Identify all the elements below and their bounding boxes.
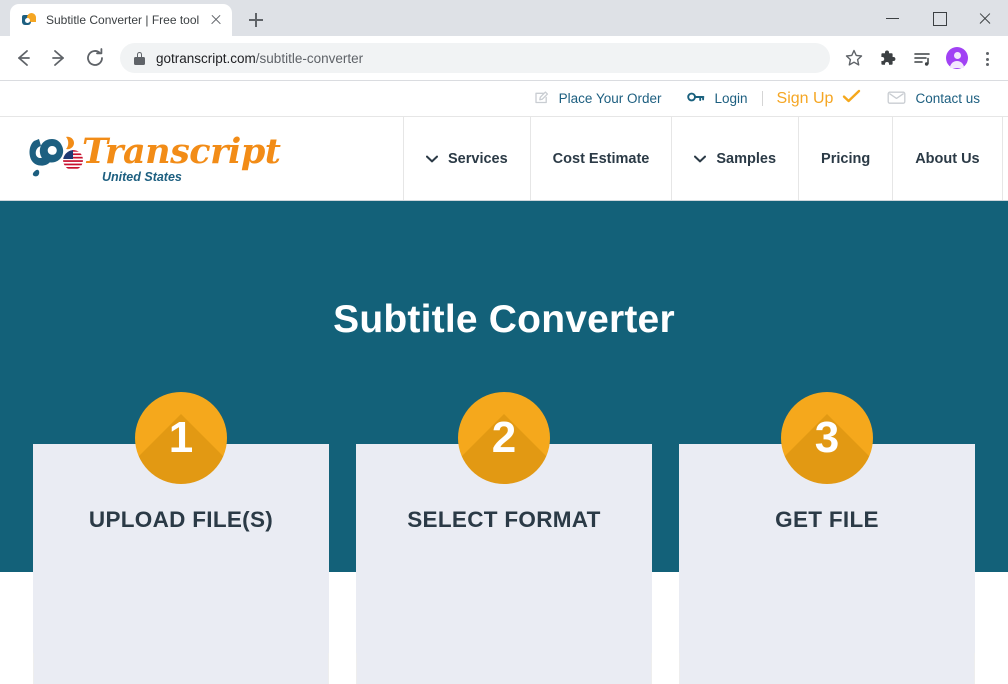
page-title: Subtitle Converter	[333, 298, 675, 341]
chrome-menu-icon[interactable]	[974, 44, 1000, 72]
chevron-down-icon	[694, 155, 707, 163]
browser-toolbar: gotranscript.com/subtitle-converter	[0, 36, 1008, 81]
contact-us-label: Contact us	[915, 91, 980, 106]
login-link[interactable]: Login	[687, 90, 748, 107]
login-label: Login	[714, 91, 748, 106]
address-bar[interactable]: gotranscript.com/subtitle-converter	[120, 43, 830, 73]
nav-item-about-us[interactable]: About Us	[892, 117, 1003, 200]
envelope-icon	[887, 90, 906, 108]
logo-subtitle: United States	[102, 169, 182, 184]
nav-item-pricing[interactable]: Pricing	[798, 117, 892, 200]
panel-convert: CONVERT	[679, 653, 975, 684]
step-badge: 1	[135, 392, 227, 484]
reload-icon[interactable]	[80, 43, 110, 73]
minimize-icon[interactable]	[870, 0, 916, 36]
steps-container: 1 UPLOAD FILE(S) 2 SELECT FORMAT 3 GET F…	[0, 392, 1008, 684]
reading-list-icon[interactable]	[908, 44, 936, 72]
place-your-order-label: Place Your Order	[558, 91, 662, 106]
step-card-select-format: 2 SELECT FORMAT	[356, 392, 652, 684]
site-header: Transcript United States Services Cost E…	[0, 117, 1008, 200]
page-content: Place Your Order Login Sign Up Contact u…	[0, 81, 1008, 684]
site-logo[interactable]: Transcript United States	[0, 117, 403, 200]
close-icon[interactable]	[208, 12, 224, 28]
step-card-upload: 1 UPLOAD FILE(S)	[33, 392, 329, 684]
url-text: gotranscript.com/subtitle-converter	[156, 51, 363, 66]
nav-label: Cost Estimate	[552, 150, 650, 167]
contact-us-link[interactable]: Contact us	[887, 90, 980, 108]
action-panels: UPLOAD SubRip (.srt) Spruce Subtitle Fil…	[0, 653, 1008, 684]
gotranscript-favicon	[21, 12, 37, 28]
step-title: GET FILE	[775, 507, 879, 532]
window-controls	[870, 0, 1008, 36]
panel-format-options: SubRip (.srt) Spruce Subtitle File (.stl…	[356, 653, 652, 684]
signup-link[interactable]: Sign Up	[777, 89, 862, 109]
signup-label: Sign Up	[776, 89, 834, 107]
nav-item-cost-estimate[interactable]: Cost Estimate	[529, 117, 672, 200]
url-domain: gotranscript.com	[156, 50, 256, 66]
nav-item-services[interactable]: Services	[403, 117, 530, 200]
step-card-get-file: 3 GET FILE	[679, 392, 975, 684]
tab-strip: Subtitle Converter | Free tool	[0, 0, 1008, 36]
place-your-order-link[interactable]: Place Your Order	[533, 89, 662, 109]
step-number: 1	[168, 413, 194, 462]
nav-label: Samples	[716, 150, 777, 167]
close-icon[interactable]	[962, 0, 1008, 36]
chevron-down-icon	[426, 155, 438, 163]
hero-section: Subtitle Converter 1 UPLOAD FILE(S) 2 SE…	[0, 200, 1008, 684]
nav-label: About Us	[915, 150, 980, 167]
maximize-icon[interactable]	[916, 0, 962, 36]
extensions-puzzle-icon[interactable]	[874, 44, 902, 72]
step-number: 2	[491, 413, 517, 462]
plus-icon[interactable]	[242, 6, 270, 34]
url-path: /subtitle-converter	[255, 50, 364, 66]
panel-upload: UPLOAD	[33, 653, 329, 684]
nav-item-samples[interactable]: Samples	[671, 117, 798, 200]
step-title: SELECT FORMAT	[407, 507, 601, 532]
step-badge: 2	[458, 392, 550, 484]
key-icon	[687, 90, 705, 107]
back-arrow-icon[interactable]	[8, 43, 38, 73]
utility-bar: Place Your Order Login Sign Up Contact u…	[0, 81, 1008, 117]
browser-tab[interactable]: Subtitle Converter | Free tool	[10, 4, 232, 36]
bookmark-star-icon[interactable]	[840, 44, 868, 72]
nav-label: Pricing	[821, 150, 871, 167]
profile-avatar[interactable]	[946, 47, 968, 69]
step-badge: 3	[781, 392, 873, 484]
nav-label: Services	[448, 150, 508, 167]
step-title: UPLOAD FILE(S)	[88, 507, 274, 532]
lock-icon	[134, 51, 145, 65]
step-number: 3	[814, 413, 840, 462]
logo-text: Transcript	[82, 130, 281, 172]
tab-title: Subtitle Converter | Free tool	[46, 13, 200, 27]
checkmark-icon	[842, 89, 861, 109]
us-flag-icon	[62, 148, 84, 171]
divider	[761, 91, 763, 106]
pencil-edit-icon	[533, 89, 550, 109]
forward-arrow-icon[interactable]	[44, 43, 74, 73]
main-navigation: Services Cost Estimate Samples Pricing A…	[403, 117, 1008, 200]
browser-window: Subtitle Converter | Free tool gotranscr…	[0, 0, 1008, 684]
